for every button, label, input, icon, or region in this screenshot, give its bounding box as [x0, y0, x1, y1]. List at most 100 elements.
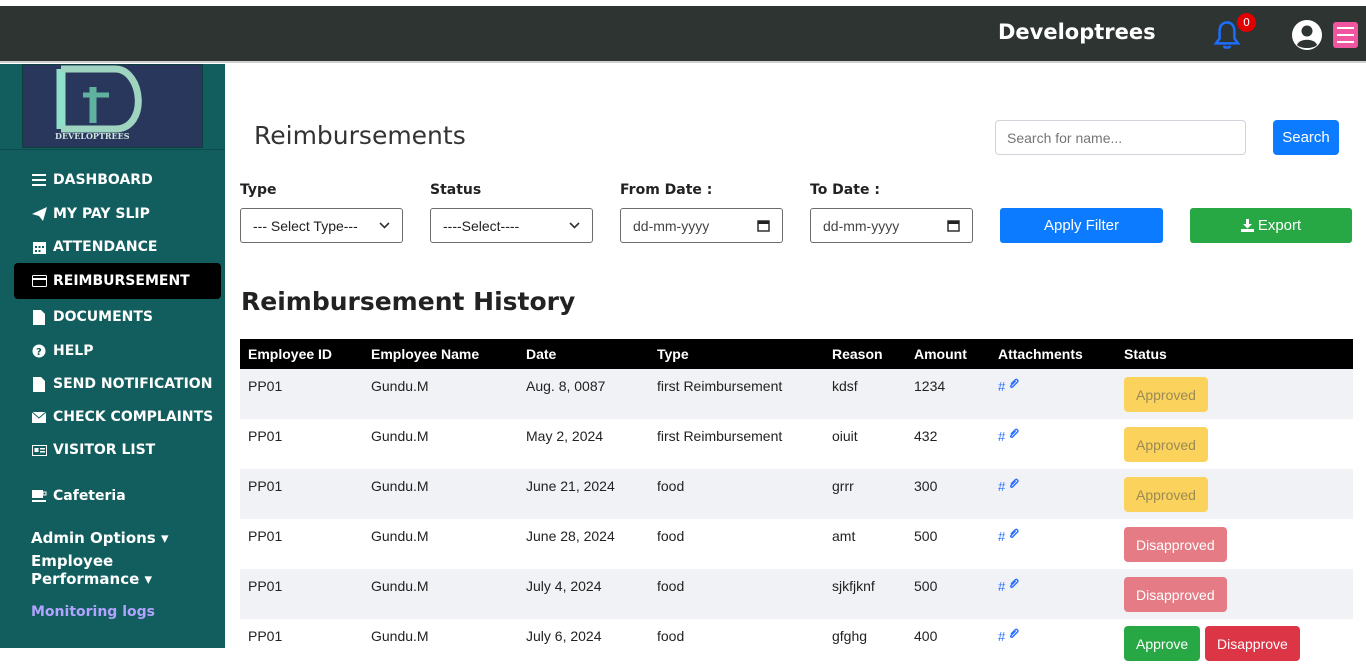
nav-reimbursement[interactable]: REIMBURSEMENT — [14, 263, 221, 299]
column-header[interactable]: Attachments — [998, 346, 1083, 362]
envelope-icon — [31, 411, 47, 423]
nav-label: MY PAY SLIP — [53, 206, 150, 222]
disapprove-button[interactable]: Disapprove — [1205, 626, 1300, 661]
cell-type: food — [657, 578, 685, 594]
nav-label: REIMBURSEMENT — [53, 273, 190, 289]
file-icon — [31, 376, 47, 392]
nav-visitor-list[interactable]: VISITOR LIST — [14, 433, 221, 467]
column-header[interactable]: Employee ID — [248, 346, 332, 362]
nav-label: CHECK COMPLAINTS — [53, 409, 214, 425]
id-card-icon — [31, 444, 47, 456]
attachment-link[interactable]: # — [998, 528, 1020, 544]
attachment-link[interactable]: # — [998, 428, 1020, 444]
calendar-icon — [31, 240, 47, 254]
attachment-hash: # — [998, 379, 1006, 394]
cell-amount: 500 — [914, 578, 938, 594]
attachment-link[interactable]: # — [998, 628, 1020, 644]
attachment-link[interactable]: # — [998, 478, 1020, 494]
column-header[interactable]: Amount — [914, 346, 967, 362]
to-date-placeholder: dd-mm-yyyy — [823, 217, 900, 234]
search-button[interactable]: Search — [1273, 120, 1339, 155]
admin-options-dropdown[interactable]: Admin Options ▾ — [31, 529, 169, 547]
attachment-hash: # — [998, 579, 1006, 594]
approve-button[interactable]: Approve — [1124, 626, 1201, 661]
monitoring-logs-link[interactable]: Monitoring logs — [31, 604, 155, 620]
cell-amount: 500 — [914, 528, 938, 544]
cell-employee-id: PP01 — [248, 478, 283, 494]
apply-filter-button[interactable]: Apply Filter — [1000, 208, 1163, 243]
column-header[interactable]: Type — [657, 346, 689, 362]
cell-date: June 28, 2024 — [526, 528, 615, 544]
company-logo[interactable]: DEVELOPTREES — [22, 64, 203, 148]
calendar-icon[interactable] — [947, 219, 960, 232]
nav-label: DOCUMENTS — [53, 309, 154, 325]
paperclip-icon — [1010, 428, 1019, 439]
calendar-icon[interactable] — [757, 219, 770, 232]
table-row: PP01 Gundu.M July 4, 2024 food sjkfjknf 500 # D… — [240, 569, 1353, 619]
nav-label: DASHBOARD — [53, 172, 153, 188]
to-date-input[interactable]: dd-mm-yyyy — [810, 208, 973, 243]
table-row: PP01 Gundu.M Aug. 8, 0087 first Reimburseme… — [240, 369, 1353, 419]
question-circle-icon: ? — [31, 344, 47, 358]
nav-dashboard[interactable]: DASHBOARD — [14, 163, 221, 197]
cell-type: first Reimbursement — [657, 378, 783, 394]
menu-toggle-button[interactable] — [1333, 22, 1358, 48]
caret-down-icon: ▾ — [160, 529, 169, 547]
logo-text: DEVELOPTREES — [55, 131, 130, 141]
status-filter-label: Status — [430, 182, 482, 198]
attachment-hash: # — [998, 629, 1006, 644]
paperclip-icon — [1010, 578, 1019, 589]
from-date-label: From Date : — [620, 182, 713, 198]
column-header[interactable]: Date — [526, 346, 556, 362]
paperclip-icon — [1010, 628, 1019, 639]
column-header[interactable]: Reason — [832, 346, 883, 362]
cell-date: July 4, 2024 — [526, 578, 602, 594]
type-select-value: --- Select Type--- — [253, 217, 358, 234]
menu-bar-icon — [1337, 41, 1354, 43]
status-select[interactable]: ----Select---- — [430, 208, 593, 243]
status-badge: Approved — [1124, 377, 1208, 412]
type-select[interactable]: --- Select Type--- — [240, 208, 403, 243]
nav-check-complaints[interactable]: CHECK COMPLAINTS — [14, 400, 221, 434]
cell-employee-name: Gundu.M — [371, 478, 429, 494]
page-title: Reimbursements — [254, 121, 466, 150]
table-row: PP01 Gundu.M May 2, 2024 first Reimbursemen… — [240, 419, 1353, 469]
cell-reason: amt — [832, 528, 856, 544]
attachment-link[interactable]: # — [998, 378, 1020, 394]
cell-type: first Reimbursement — [657, 428, 783, 444]
cell-type: food — [657, 528, 685, 544]
attachment-hash: # — [998, 429, 1006, 444]
nav-label: VISITOR LIST — [53, 442, 156, 458]
table-row: PP01 Gundu.M June 28, 2024 food amt 500 # Disap… — [240, 519, 1353, 569]
cell-reason: grrr — [832, 478, 854, 494]
column-header[interactable]: Employee Name — [371, 346, 479, 362]
nav-cafeteria[interactable]: Cafeteria — [14, 479, 221, 513]
nav-attendance[interactable]: ATTENDANCE — [14, 230, 221, 264]
nav-send-notification[interactable]: SEND NOTIFICATION — [14, 367, 221, 401]
status-badge: Approved — [1124, 427, 1208, 462]
from-date-input[interactable]: dd-mm-yyyy — [620, 208, 783, 243]
table-row: PP01 Gundu.M June 21, 2024 food grrr 300 # Appr… — [240, 469, 1353, 519]
cell-employee-name: Gundu.M — [371, 428, 429, 444]
cell-employee-id: PP01 — [248, 428, 283, 444]
nav-label: SEND NOTIFICATION — [53, 376, 213, 392]
employee-performance-dropdown[interactable]: Employee Performance ▾ — [31, 552, 225, 588]
paperclip-icon — [1010, 378, 1019, 389]
nav-my-pay-slip[interactable]: MY PAY SLIP — [14, 197, 221, 231]
nav-label: Cafeteria — [53, 488, 126, 504]
type-filter-label: Type — [240, 182, 277, 198]
paper-plane-icon — [31, 207, 47, 221]
table-header: Employee ID Employee Name Date Type Reas… — [240, 339, 1353, 369]
search-input[interactable] — [995, 120, 1246, 155]
export-label: Export — [1257, 217, 1302, 234]
main-content: Reimbursements Search Type Status From D… — [225, 65, 1366, 669]
user-avatar-icon[interactable] — [1291, 19, 1323, 51]
export-button[interactable]: Export — [1190, 208, 1352, 243]
nav-documents[interactable]: DOCUMENTS — [14, 300, 221, 334]
cell-employee-name: Gundu.M — [371, 378, 429, 394]
history-title: Reimbursement History — [241, 287, 576, 316]
cell-reason: gfghg — [832, 628, 868, 644]
column-header[interactable]: Status — [1124, 346, 1167, 362]
attachment-link[interactable]: # — [998, 578, 1020, 594]
nav-help[interactable]: ? HELP — [14, 334, 221, 368]
